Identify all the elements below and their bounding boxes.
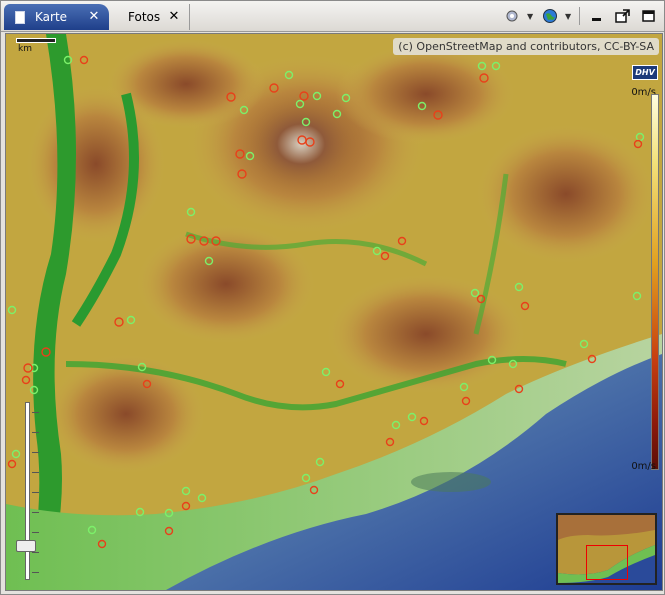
close-icon[interactable]: ✕ xyxy=(168,10,180,23)
zoom-tick xyxy=(32,532,39,533)
legend-min-label: 0m/s xyxy=(631,461,656,472)
overview-map[interactable] xyxy=(556,513,657,585)
close-icon[interactable]: ✕ xyxy=(88,10,100,23)
maximize-icon[interactable] xyxy=(638,6,660,26)
document-icon xyxy=(15,10,25,24)
app-window: Karte ✕ Fotos ✕ ▼ ▼ km (c) OpenStreetMap… xyxy=(0,0,665,595)
scale-label: km xyxy=(18,44,32,54)
zoom-slider[interactable] xyxy=(16,402,44,582)
zoom-tick xyxy=(32,432,39,433)
zoom-tick xyxy=(32,512,39,513)
tab-fotos[interactable]: Fotos ✕ xyxy=(111,4,190,30)
zoom-tick xyxy=(32,572,39,573)
zoom-tick xyxy=(32,452,39,453)
climb-rate-legend xyxy=(651,94,659,470)
zoom-tick xyxy=(32,472,39,473)
scale-bar xyxy=(16,38,56,43)
map-attribution[interactable]: (c) OpenStreetMap and contributors, CC-B… xyxy=(393,38,659,55)
zoom-handle[interactable] xyxy=(16,540,36,552)
zoom-tick xyxy=(32,492,39,493)
settings-icon[interactable] xyxy=(501,6,523,26)
chevron-down-icon[interactable]: ▼ xyxy=(565,12,573,21)
zoom-track[interactable] xyxy=(25,402,30,580)
toolbar-separator xyxy=(579,7,580,25)
zoom-tick xyxy=(32,412,39,413)
zoom-tick xyxy=(32,552,39,553)
map-scale: km xyxy=(16,38,56,54)
minimize-icon[interactable] xyxy=(586,6,608,26)
chevron-down-icon[interactable]: ▼ xyxy=(527,12,535,21)
viewport-indicator[interactable] xyxy=(586,545,628,580)
globe-icon[interactable] xyxy=(539,6,561,26)
dhv-logo: DHV xyxy=(632,65,658,80)
detach-icon[interactable] xyxy=(612,6,634,26)
tab-label: Karte xyxy=(35,10,68,24)
terrain-map[interactable] xyxy=(6,34,662,590)
tab-karte[interactable]: Karte ✕ xyxy=(4,4,109,30)
tab-bar: Karte ✕ Fotos ✕ ▼ ▼ xyxy=(1,1,664,32)
tab-label: Fotos xyxy=(128,10,161,24)
view-toolbar: ▼ ▼ xyxy=(501,5,660,27)
map-view[interactable]: km (c) OpenStreetMap and contributors, C… xyxy=(5,33,663,591)
